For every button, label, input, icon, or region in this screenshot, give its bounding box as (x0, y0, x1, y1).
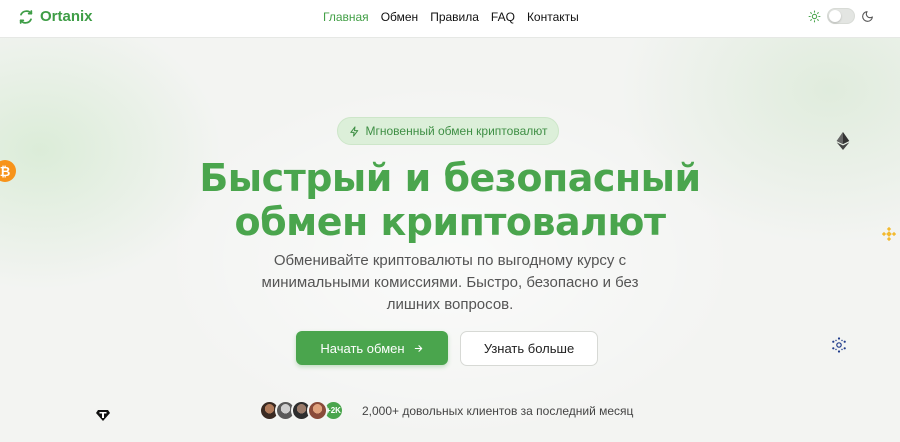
avatar (307, 400, 328, 421)
learn-more-label: Узнать больше (483, 341, 575, 356)
social-proof-text: 2,000+ довольных клиентов за последний м… (362, 403, 634, 418)
social-proof: +2K 2,000+ довольных клиентов за последн… (259, 400, 633, 421)
hero-subtitle: Обменивайте криптовалюты по выгодному ку… (261, 252, 639, 313)
nav-home[interactable]: Главная (323, 10, 369, 24)
theme-toggle[interactable] (827, 8, 855, 24)
arrow-right-icon (414, 344, 422, 352)
feature-badge: Мгновенный обмен криптовалют (337, 117, 559, 145)
hero-title-line-1: Быстрый и безопасный (199, 156, 701, 200)
tether-icon (96, 410, 110, 421)
start-exchange-button[interactable]: Начать обмен (296, 331, 448, 365)
top-navbar: Ortanix Главная Обмен Правила FAQ Контак… (0, 0, 900, 38)
start-exchange-label: Начать обмен (320, 340, 405, 356)
nav-exchange[interactable]: Обмен (381, 10, 419, 24)
brand-name: Ortanix (40, 8, 93, 25)
nav-faq[interactable]: FAQ (491, 10, 515, 24)
theme-switcher (808, 8, 874, 24)
ethereum-icon (836, 132, 850, 150)
moon-icon (862, 10, 873, 22)
avatar-group: +2K (259, 400, 344, 421)
refresh-icon (19, 9, 33, 24)
main-nav: Главная Обмен Правила FAQ Контакты (323, 10, 579, 24)
nav-rules[interactable]: Правила (430, 10, 479, 24)
brand-logo[interactable]: Ortanix (18, 8, 93, 25)
lightning-icon (349, 125, 358, 137)
feature-badge-label: Мгновенный обмен криптовалют (365, 124, 548, 138)
learn-more-button[interactable]: Узнать больше (460, 331, 598, 366)
sun-icon (808, 10, 821, 22)
nav-contacts[interactable]: Контакты (527, 10, 579, 24)
hero-title-line-2: обмен криптовалют (234, 200, 666, 244)
cardano-icon (832, 337, 846, 353)
